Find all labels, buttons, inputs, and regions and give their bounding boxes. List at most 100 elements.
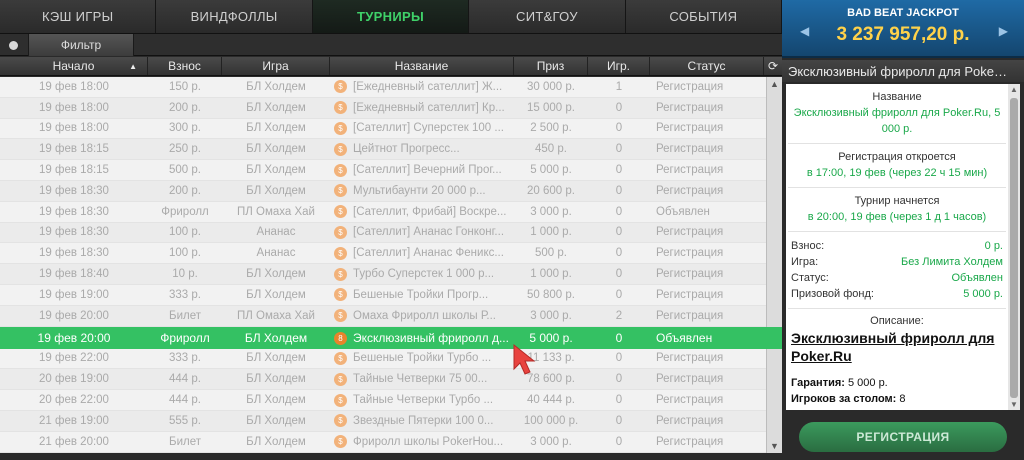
cell-prize: 30 000 р. (527, 80, 575, 93)
cell-players: 0 (615, 184, 623, 197)
column-header-name[interactable]: Название (330, 57, 514, 75)
tab-cash-games[interactable]: КЭШ ИГРЫ (0, 0, 157, 33)
detail-prize-pool: Призовой фонд: 5 000 р. (791, 288, 1003, 300)
scroll-up-icon[interactable]: ▲ (770, 79, 779, 89)
cell-fee: 333 р. (169, 288, 201, 301)
cell-start: 19 фев 18:15 (39, 164, 109, 177)
cell-prize: 100 000 р. (523, 414, 579, 427)
cell-game: БЛ Холдем (246, 80, 306, 93)
cell-name: $ Фриролл школы PokerHou... (330, 432, 514, 452)
table-scrollbar[interactable]: ▲ ▼ (766, 77, 782, 453)
table-row[interactable]: 20 фев 22:00 444 р. БЛ Холдем $ Тайные Четве… (0, 390, 766, 411)
scroll-down-icon[interactable]: ▼ (1010, 400, 1018, 409)
cell-game: ПЛ Омаха Хай (237, 309, 315, 322)
game-badge-icon: $ (334, 393, 347, 407)
tab-windfalls[interactable]: ВИНДФОЛЛЫ (156, 0, 313, 33)
tab-tournaments[interactable]: ТУРНИРЫ (312, 0, 470, 33)
table-row[interactable]: 21 фев 19:00 555 р. БЛ Холдем $ Звездные Пят… (0, 410, 766, 432)
cell-game: БЛ Холдем (246, 394, 306, 407)
cell-players: 0 (615, 164, 623, 177)
cell-status: Регистрация (656, 268, 724, 281)
cell-players: 0 (615, 414, 623, 427)
cell-fee: Билет (169, 435, 201, 448)
bad-beat-jackpot-banner[interactable]: ◀ BAD BEAT JACKPOT 3 237 957,20 р. ▶ (782, 0, 1024, 58)
cell-fee: 555 р. (169, 414, 201, 427)
lobby-tabs: КЭШ ИГРЫ ВИНДФОЛЛЫ ТУРНИРЫ СИТ&ГОУ СОБЫТ… (0, 0, 783, 34)
table-row[interactable]: 19 фев 18:30 200 р. БЛ Холдем $ Мультибаунти… (0, 180, 766, 202)
game-badge-icon: $ (334, 163, 347, 177)
filter-button[interactable]: Фильтр (28, 34, 134, 56)
register-button[interactable]: РЕГИСТРАЦИЯ (799, 422, 1007, 452)
tab-sit-and-go[interactable]: СИТ&ГОУ (469, 0, 626, 33)
column-header-players[interactable]: Игр. (588, 57, 650, 75)
cell-start: 19 фев 18:30 (39, 184, 109, 197)
cell-start: 19 фев 20:00 (37, 331, 111, 345)
cell-status: Регистрация (656, 122, 724, 135)
refresh-icon[interactable]: ⟳ (764, 57, 782, 75)
table-row[interactable]: 19 фев 18:00 200 р. БЛ Холдем $ [Ежедневный … (0, 97, 766, 119)
game-badge-icon: $ (334, 225, 347, 239)
jackpot-amount: 3 237 957,20 р. (836, 24, 970, 45)
table-row[interactable]: 20 фев 19:00 444 р. БЛ Холдем $ Тайные Четве… (0, 369, 766, 391)
cell-game: БЛ Холдем (246, 143, 306, 156)
cell-start: 21 фев 20:00 (39, 435, 109, 448)
cell-prize: 1 000 р. (530, 226, 572, 239)
game-badge-icon: $ (334, 246, 347, 260)
cell-status: Регистрация (656, 414, 724, 427)
table-row[interactable]: 19 фев 18:00 150 р. БЛ Холдем $ [Ежедневный … (0, 77, 766, 98)
cell-players: 0 (615, 143, 623, 156)
column-header-prize[interactable]: Приз (514, 57, 588, 75)
game-badge-icon: $ (334, 351, 347, 365)
table-row[interactable]: 19 фев 18:15 500 р. БЛ Холдем $ [Сателлит] В… (0, 160, 766, 181)
game-badge-icon: $ (334, 184, 347, 198)
cell-start: 19 фев 18:00 (39, 80, 109, 93)
cell-name: $ Тайные Четверки Турбо ... (330, 390, 514, 410)
table-row-selected[interactable]: 19 фев 20:00 Фриролл БЛ Холдем 8 Эксклюз… (0, 327, 782, 349)
description-label: Описание: (870, 315, 924, 327)
table-row[interactable]: 19 фев 18:00 300 р. БЛ Холдем $ [Сателлит] С… (0, 119, 766, 140)
cell-players: 0 (615, 394, 623, 407)
cell-players: 0 (615, 122, 623, 135)
column-header-status[interactable]: Статус (650, 57, 764, 75)
cell-start: 19 фев 18:30 (39, 205, 109, 218)
cell-status: Регистрация (656, 288, 724, 301)
cell-prize: 3 000 р. (530, 309, 572, 322)
column-header-start[interactable]: Начало ▲ (0, 57, 148, 75)
cell-status: Регистрация (656, 80, 724, 93)
filter-toggle-dot[interactable] (9, 41, 18, 50)
cell-game: БЛ Холдем (246, 414, 306, 427)
column-header-fee[interactable]: Взнос (148, 57, 222, 75)
table-row[interactable]: 19 фев 20:00 Билет ПЛ Омаха Хай $ Омаха Фрир… (0, 305, 766, 327)
cell-name: $ [Ежедневный сателлит] Кр... (330, 98, 514, 118)
scroll-up-icon[interactable]: ▲ (1010, 85, 1018, 94)
tab-events[interactable]: СОБЫТИЯ (625, 0, 783, 33)
cell-fee: Фриролл (160, 331, 210, 345)
cell-fee: 200 р. (169, 101, 201, 114)
cell-fee: 444 р. (169, 373, 201, 386)
cell-status: Объявлен (656, 331, 713, 345)
table-row[interactable]: 19 фев 22:00 333 р. БЛ Холдем $ Бешеные Трой… (0, 349, 766, 370)
table-row[interactable]: 19 фев 18:30 100 р. Ананас $ [Сателлит] Анан… (0, 243, 766, 265)
cell-game: БЛ Холдем (246, 373, 306, 386)
cell-game: БЛ Холдем (246, 184, 306, 197)
table-row[interactable]: 19 фев 18:15 250 р. БЛ Холдем $ Цейтнот Прог… (0, 139, 766, 161)
description-title: Эксклюзивный фриролл для Poker.Ru (791, 330, 995, 364)
detail-scrollbar[interactable]: ▲ ▼ (1008, 84, 1020, 410)
scroll-thumb[interactable] (1010, 98, 1018, 398)
table-row[interactable]: 19 фев 18:30 Фриролл ПЛ Омаха Хай $ [Сателли… (0, 202, 766, 223)
game-badge-icon: $ (334, 414, 347, 428)
cell-players: 0 (615, 226, 623, 239)
table-row[interactable]: 19 фев 18:30 100 р. Ананас $ [Сателлит] Анан… (0, 222, 766, 244)
rows-group-after: 19 фев 22:00 333 р. БЛ Холдем $ Бешеные Трой… (0, 349, 766, 453)
game-badge-icon: $ (334, 309, 347, 323)
cell-name: $ Бешеные Тройки Прогр... (330, 285, 514, 305)
column-header-game[interactable]: Игра (222, 57, 330, 75)
table-row[interactable]: 19 фев 18:40 10 р. БЛ Холдем $ Турбо Суперст… (0, 264, 766, 285)
table-row[interactable]: 19 фев 19:00 333 р. БЛ Холдем $ Бешеные Трой… (0, 285, 766, 306)
cell-game: Ананас (256, 226, 296, 239)
chevron-right-icon[interactable]: ▶ (999, 24, 1008, 38)
table-row[interactable]: 21 фев 20:00 Билет БЛ Холдем $ Фриролл школы… (0, 432, 766, 453)
cell-fee: 100 р. (169, 247, 201, 260)
scroll-down-icon[interactable]: ▼ (770, 441, 779, 451)
